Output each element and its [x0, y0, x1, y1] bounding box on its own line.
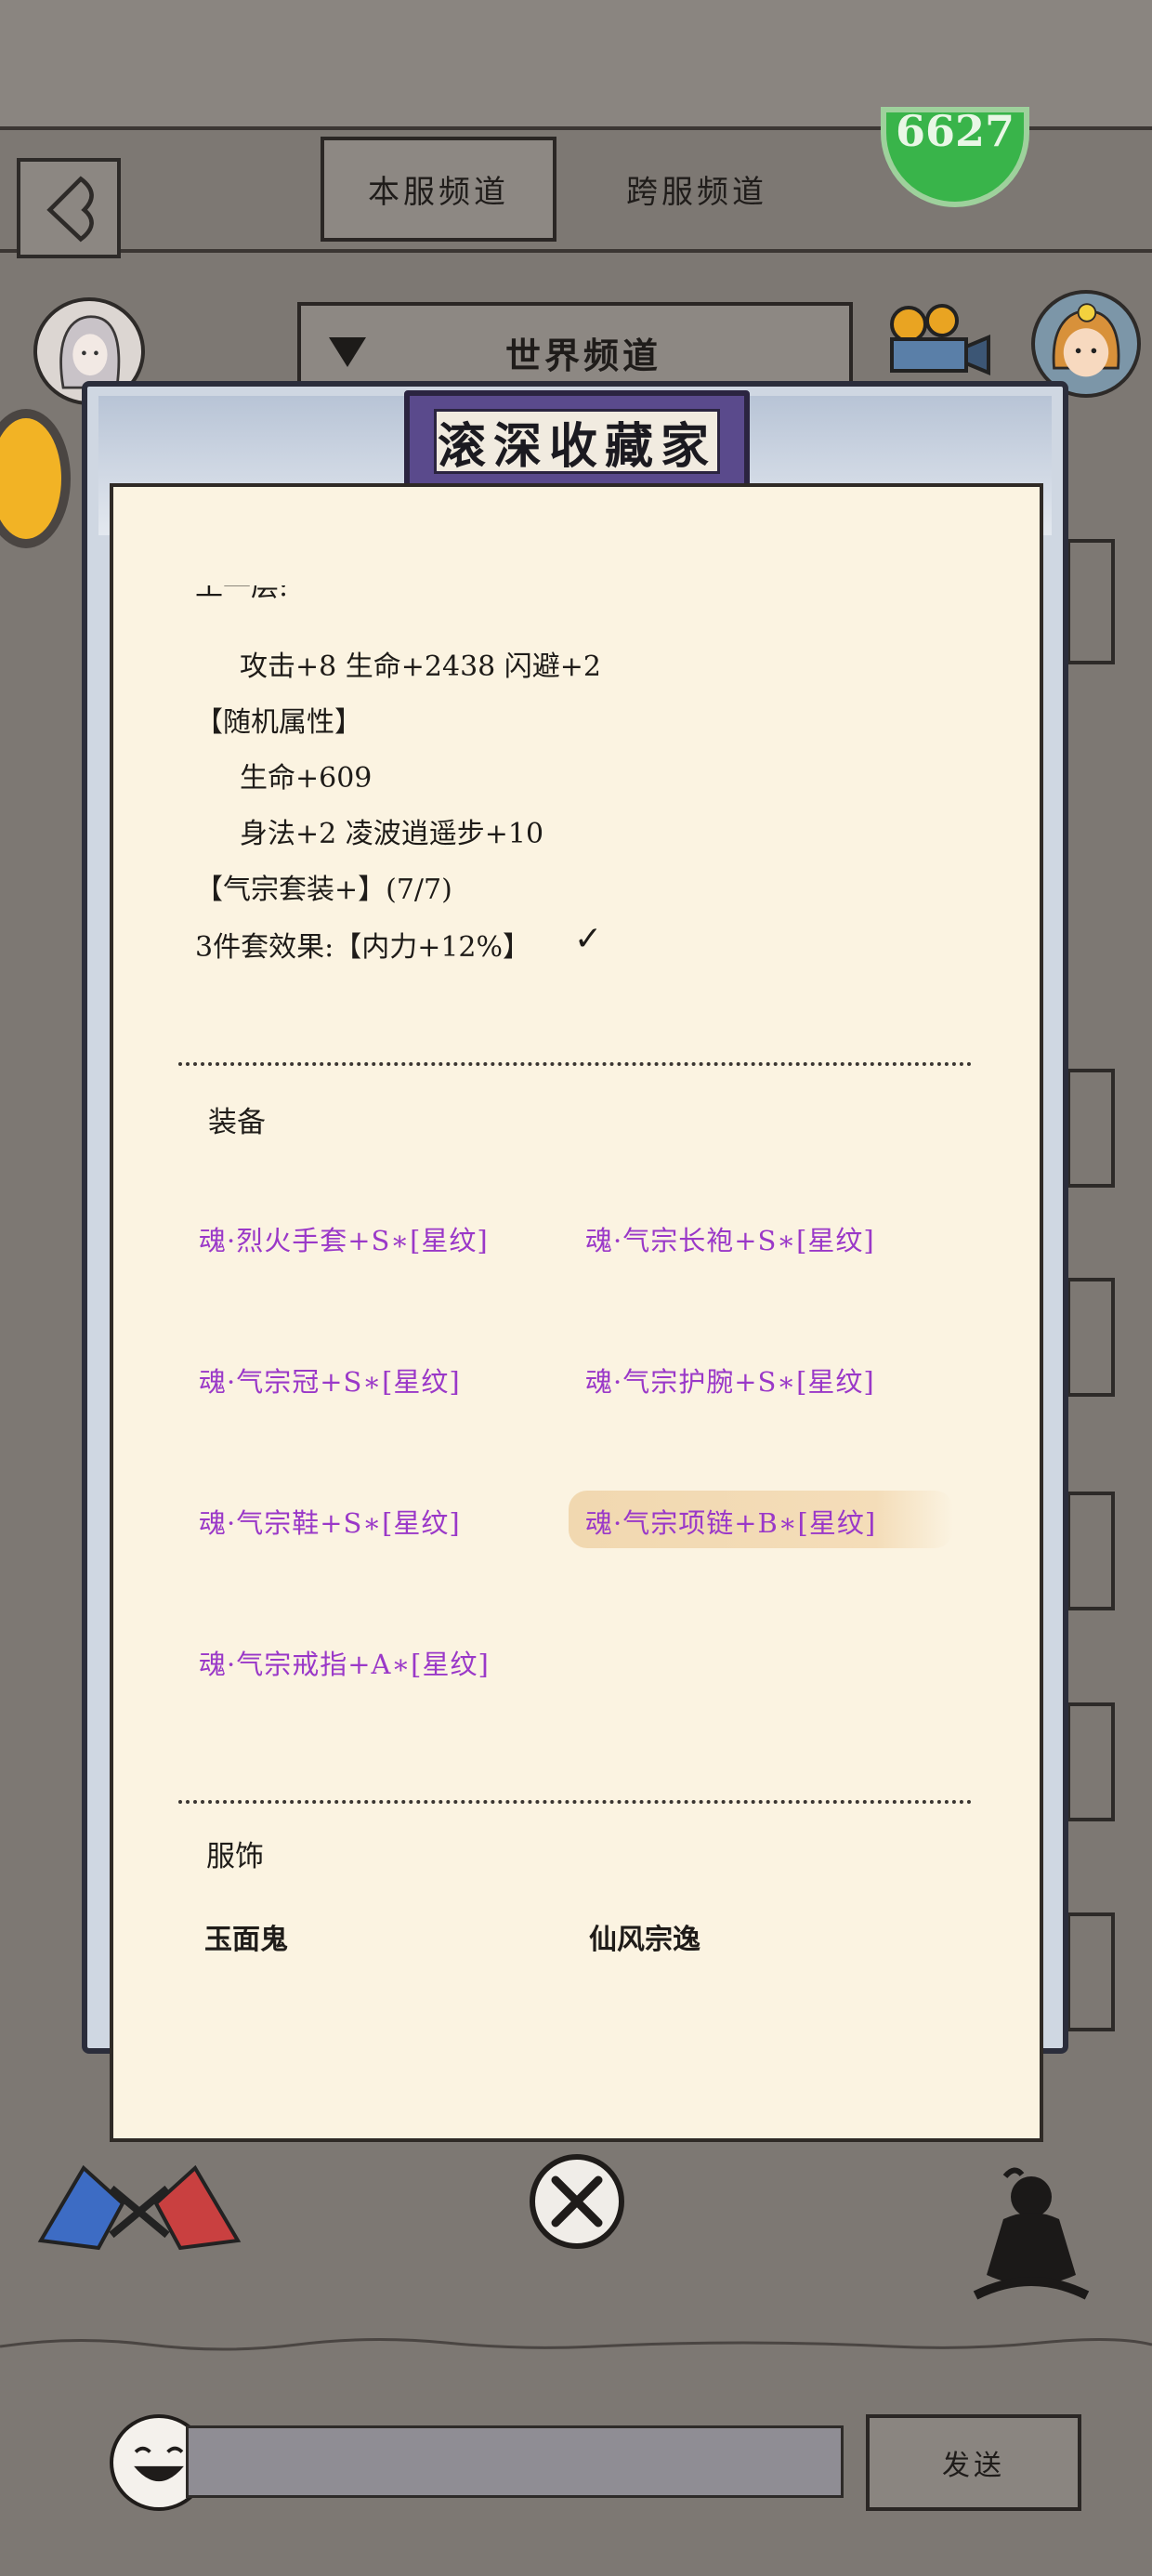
- background-frame: [1067, 1912, 1115, 2031]
- check-icon: ✓: [574, 920, 603, 958]
- equipment-item[interactable]: 魂·气宗项链+B∗[星纹]: [585, 1502, 876, 1541]
- equipment-item[interactable]: 魂·气宗冠+S∗[星纹]: [199, 1360, 461, 1400]
- equipment-item[interactable]: 魂·气宗护腕+S∗[星纹]: [585, 1360, 875, 1400]
- costume-item[interactable]: 仙风宗逸: [589, 1916, 700, 1957]
- close-button[interactable]: [530, 2154, 624, 2249]
- dotted-divider: [178, 1062, 972, 1066]
- costume-label: 服饰: [206, 1840, 264, 1873]
- random-attr-2: 身法+2 凌波逍遥步+10: [240, 818, 544, 850]
- dropdown-triangle-icon: [329, 337, 366, 367]
- channel-dropdown-label: 世界频道: [505, 334, 662, 376]
- set-name: 【气宗套装+】(7/7): [195, 874, 452, 906]
- meditation-icon[interactable]: [966, 2165, 1096, 2305]
- back-button[interactable]: [17, 158, 121, 258]
- tab-cross-server[interactable]: 跨服频道: [595, 137, 799, 242]
- side-event-icon[interactable]: [0, 409, 71, 548]
- score-badge-text: 6627: [895, 107, 1015, 156]
- dotted-divider: [178, 1800, 972, 1804]
- divider: [0, 249, 1152, 253]
- layer-stats: 攻击+8 生命+2438 闪避+2: [240, 651, 602, 683]
- equipment-label: 装备: [208, 1106, 266, 1139]
- background-frame: [1067, 1069, 1115, 1188]
- costume-item[interactable]: 玉面鬼: [204, 1916, 288, 1957]
- back-arrow-icon: [46, 176, 94, 243]
- modal-title: 滚深收藏家: [434, 409, 720, 475]
- background-frame: [1067, 1278, 1115, 1397]
- background-frame: [1067, 539, 1115, 664]
- score-badge: 6627: [881, 107, 1029, 207]
- girl-portrait-icon: [1052, 303, 1120, 377]
- close-icon: [551, 2175, 603, 2228]
- modal-title-plaque: 滚深收藏家: [404, 390, 750, 493]
- equipment-item[interactable]: 魂·烈火手套+S∗[星纹]: [199, 1219, 489, 1258]
- equipment-item[interactable]: 魂·气宗戒指+A∗[星纹]: [199, 1643, 490, 1682]
- camera-icon[interactable]: [883, 302, 994, 376]
- background-frame: [1067, 1702, 1115, 1821]
- chat-input[interactable]: [186, 2425, 844, 2498]
- tab-local-server[interactable]: 本服频道: [321, 137, 556, 242]
- set-effect: 3件套效果:【内力+12%】: [195, 931, 531, 964]
- random-attr-header: 【随机属性】: [195, 706, 362, 739]
- equipment-item[interactable]: 魂·气宗鞋+S∗[星纹]: [199, 1502, 461, 1541]
- random-attr-1: 生命+609: [240, 762, 373, 795]
- partial-layer-line: 工一层:: [195, 585, 289, 603]
- equipment-item[interactable]: 魂·气宗长袍+S∗[星纹]: [585, 1219, 875, 1258]
- send-button[interactable]: 发送: [866, 2414, 1081, 2511]
- pvp-battle-icon[interactable]: [37, 2151, 242, 2258]
- background-frame: [1067, 1492, 1115, 1610]
- wave-divider: [0, 2337, 1152, 2351]
